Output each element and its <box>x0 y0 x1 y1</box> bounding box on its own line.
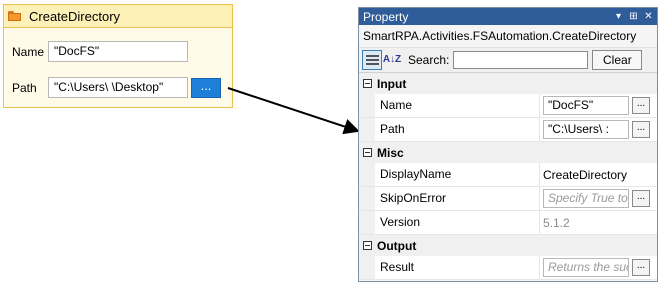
property-value-cell[interactable]: "C:\Users\ :... <box>540 120 657 139</box>
category-misc[interactable]: Misc <box>359 142 657 163</box>
ellipsis-button[interactable]: ... <box>632 259 650 276</box>
property-row-name[interactable]: Name "DocFS"... <box>359 94 657 118</box>
collapse-icon[interactable] <box>363 241 372 250</box>
row-gutter <box>359 94 375 117</box>
property-row-displayname[interactable]: DisplayName CreateDirectory <box>359 163 657 187</box>
property-panel-title-bar: Property ▾ ⊞ ✕ <box>359 8 657 25</box>
property-name: Name <box>375 94 540 117</box>
property-value-cell[interactable]: CreateDirectory <box>540 168 657 182</box>
row-gutter <box>359 211 375 234</box>
property-row-path[interactable]: Path "C:\Users\ :... <box>359 118 657 142</box>
property-value-cell[interactable]: Returns the succ... <box>540 258 657 277</box>
row-gutter <box>359 163 375 186</box>
property-value-cell[interactable]: "DocFS"... <box>540 96 657 115</box>
property-row-version[interactable]: Version 5.1.2 <box>359 211 657 235</box>
row-gutter <box>359 256 375 279</box>
dropdown-icon[interactable]: ▾ <box>612 11 625 22</box>
ellipsis-button[interactable]: ... <box>632 97 650 114</box>
row-gutter <box>359 118 375 141</box>
category-input[interactable]: Input <box>359 73 657 94</box>
clear-button[interactable]: Clear <box>592 50 643 70</box>
pin-icon[interactable]: ⊞ <box>627 11 640 22</box>
property-name: Version <box>375 211 540 234</box>
categorized-icon <box>365 54 379 67</box>
property-value[interactable]: "DocFS" <box>543 96 629 115</box>
property-panel-title: Property <box>363 9 409 24</box>
property-name: SkipOnError <box>375 187 540 210</box>
row-gutter <box>359 187 375 210</box>
ellipsis-button[interactable]: ... <box>632 190 650 207</box>
category-label: Input <box>377 76 407 91</box>
collapse-icon[interactable] <box>363 148 372 157</box>
category-label: Misc <box>377 145 404 160</box>
property-row-result[interactable]: ResultReturns the succ... <box>359 256 657 280</box>
search-label: Search: <box>408 53 450 67</box>
property-value-cell[interactable]: 5.1.2 <box>540 216 657 230</box>
type-name: SmartRPA.Activities.FSAutomation.CreateD… <box>359 25 657 47</box>
property-value[interactable]: Returns the succ <box>543 258 629 277</box>
category-output[interactable]: Output <box>359 235 657 256</box>
property-panel: Property ▾ ⊞ ✕ SmartRPA.Activities.FSAut… <box>358 7 658 282</box>
property-value[interactable]: "C:\Users\ : <box>543 120 629 139</box>
property-name: Result <box>375 256 540 279</box>
property-toolbar: A↓Z Search: Clear <box>359 47 657 73</box>
property-name: Path <box>375 118 540 141</box>
property-row-skiponerror[interactable]: SkipOnErrorSpecify True to ...... <box>359 187 657 211</box>
alphabetical-icon: A↓Z <box>382 54 402 65</box>
alphabetical-button[interactable]: A↓Z <box>382 50 402 70</box>
close-icon[interactable]: ✕ <box>642 11 655 22</box>
property-value[interactable]: CreateDirectory <box>543 168 627 182</box>
search-input[interactable] <box>453 51 589 69</box>
categorized-button[interactable] <box>362 50 382 70</box>
property-value[interactable]: Specify True to ... <box>543 189 629 208</box>
property-grid: Input Name "DocFS"... Path "C:\Users\ :... Mi… <box>359 73 657 280</box>
collapse-icon[interactable] <box>363 79 372 88</box>
ellipsis-button[interactable]: ... <box>632 121 650 138</box>
property-name: DisplayName <box>375 163 540 186</box>
category-label: Output <box>377 238 417 253</box>
property-value[interactable]: 5.1.2 <box>543 216 570 230</box>
property-value-cell[interactable]: Specify True to ...... <box>540 189 657 208</box>
